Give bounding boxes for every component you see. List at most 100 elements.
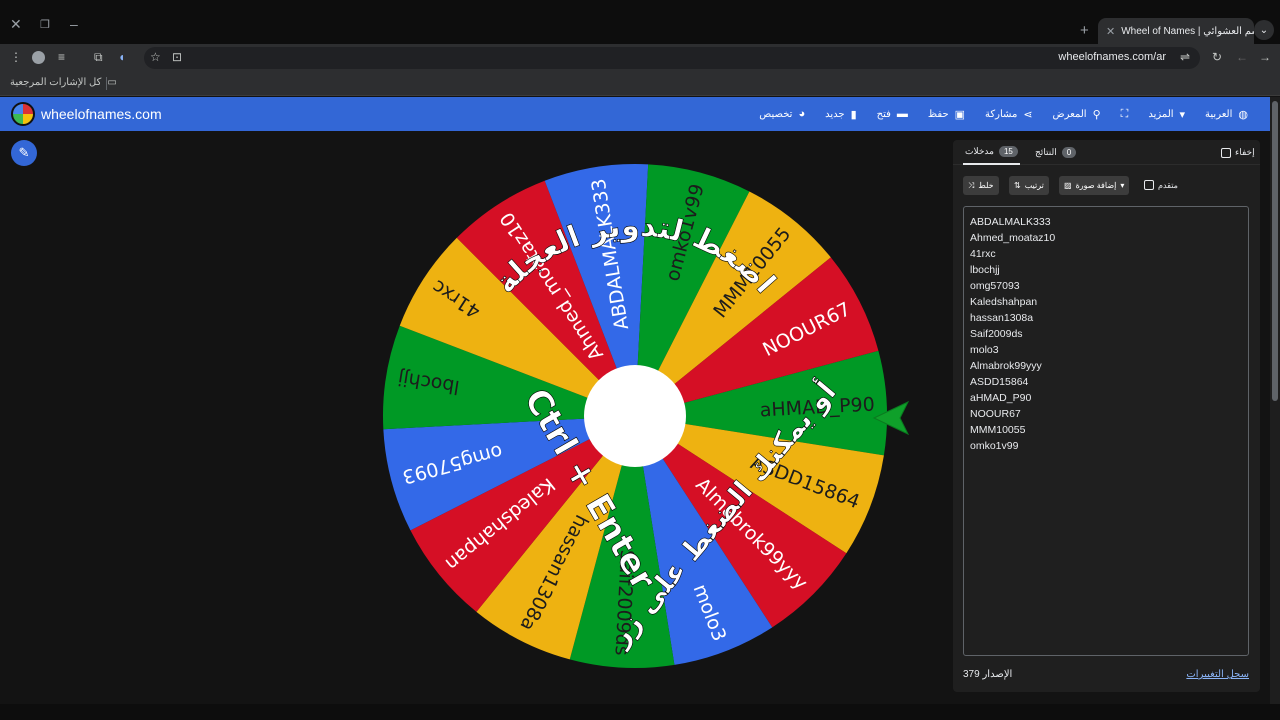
entry-item[interactable]: omko1v99 [970, 438, 1242, 454]
entry-item[interactable]: aHMAD_P90 [970, 390, 1242, 406]
entry-item[interactable]: ASDD15864 [970, 374, 1242, 390]
page-scrollbar[interactable] [1270, 97, 1280, 704]
reload-icon[interactable]: ↻ [1212, 50, 1222, 64]
shuffle-button[interactable]: خلط ⤨ [963, 176, 999, 195]
shuffle-icon: ⤨ [968, 180, 975, 190]
add-image-button[interactable]: ▾ إضافة صورة ▨ [1059, 176, 1130, 195]
entry-item[interactable]: Saif2009ds [970, 326, 1242, 342]
results-count-badge: 0 [1061, 147, 1077, 158]
menu-label: العربية [1205, 108, 1233, 120]
version: 379 الإصدار [963, 669, 1012, 680]
entries-textarea[interactable]: ABDALMALK333 Ahmed_moataz10 41rxc lbochjj om… [963, 206, 1249, 656]
tab-results-label: النتائج [1035, 147, 1057, 157]
tab-search-icon[interactable]: ⌄ [1254, 20, 1274, 40]
folder-icon: ▭ [107, 77, 117, 88]
extensions-icon[interactable]: ⧉ [94, 50, 103, 65]
folder-icon: ▬ [896, 108, 908, 120]
entry-item[interactable]: omg57093 [970, 278, 1242, 294]
site-logo[interactable] [11, 102, 35, 126]
all-bookmarks-label: كل الإشارات المرجعية [10, 77, 102, 88]
changelog-link[interactable]: سجل التغييرات [1186, 669, 1249, 680]
entry-item[interactable]: molo3 [970, 342, 1242, 358]
hide-checkbox[interactable]: إخفاء [1221, 147, 1255, 158]
hide-label: إخفاء [1235, 147, 1255, 157]
entry-actions: خلط ⤨ ترتيب ⇅ ▾ إضافة صورة ▨ متقدم [953, 176, 1260, 196]
restore-window-icon[interactable]: ❐ [40, 18, 50, 31]
menu-open[interactable]: ▬ فتح [877, 108, 908, 120]
forward-icon[interactable]: ← [1236, 50, 1248, 64]
menu-more[interactable]: ▾ المزيد [1148, 108, 1185, 121]
sort-label: ترتيب [1024, 181, 1044, 190]
share-icon: ⋖ [1023, 108, 1033, 121]
save-icon: ▣ [954, 108, 966, 121]
entry-item[interactable]: Almabrok99yyy [970, 358, 1242, 374]
app-header: wheelofnames.com ◍ العربية ▾ المزيد ⛶ ⚲ الم… [0, 97, 1270, 131]
menu-fullscreen[interactable]: ⛶ [1121, 108, 1129, 121]
entry-item[interactable]: Kaledshahpan [970, 294, 1242, 310]
chevron-down-icon: ▾ [1120, 181, 1125, 190]
entry-item[interactable]: lbochjj [970, 262, 1242, 278]
fullscreen-icon: ⛶ [1120, 107, 1129, 120]
media-icon[interactable]: ◖ [118, 50, 125, 64]
site-name[interactable]: wheelofnames.com [41, 106, 162, 122]
new-tab-icon[interactable]: + [1080, 22, 1089, 39]
scrollbar-thumb[interactable] [1272, 101, 1278, 401]
minimize-window-icon[interactable]: – [70, 16, 78, 32]
browser-toolbar: ⋮ ≡ ⧉ ◖ ☆ ⊡ wheelofnames.com/ar ⇌ ↻ ← → [0, 44, 1280, 72]
browser-tab-bar: ✕ ❐ – + ✕ Wheel of Names | سم العشوائي ⌄ [0, 0, 1280, 44]
checkbox-icon[interactable] [1221, 147, 1231, 158]
profile-avatar[interactable] [32, 51, 45, 64]
entry-item[interactable]: MMM10055 [970, 422, 1242, 438]
bottom-bar [0, 704, 1280, 720]
checkbox-icon[interactable] [1144, 180, 1154, 190]
add-image-label: إضافة صورة [1075, 181, 1117, 190]
reading-list-icon[interactable]: ≡ [58, 50, 65, 64]
tab-entries-label: مدخلات [965, 146, 994, 156]
chevron-down-icon: ▾ [1179, 108, 1186, 121]
menu-customize[interactable]: ◕ تخصيص [759, 108, 805, 120]
bookmarks-divider [106, 77, 107, 90]
menu-label: جديد [825, 108, 845, 120]
main-menu: ◍ العربية ▾ المزيد ⛶ ⚲ المعرض ⋖ مشاركة ▣ حفظ … [759, 97, 1248, 131]
wheel-center-hub[interactable] [584, 365, 686, 467]
menu-dots-icon[interactable]: ⋮ [10, 50, 22, 64]
tab-results[interactable]: 0 النتائج [1033, 140, 1078, 165]
entry-item[interactable]: 41rxc [970, 246, 1242, 262]
entry-item[interactable]: Ahmed_moataz10 [970, 230, 1242, 246]
url-text[interactable]: wheelofnames.com/ar [1058, 51, 1166, 63]
entry-item[interactable]: hassan1308a [970, 310, 1242, 326]
translate-icon[interactable]: ⊡ [172, 50, 182, 64]
browser-tab[interactable]: ✕ Wheel of Names | سم العشوائي [1098, 18, 1254, 44]
menu-gallery[interactable]: ⚲ المعرض [1053, 108, 1101, 121]
close-window-icon[interactable]: ✕ [10, 16, 22, 33]
menu-label: المعرض [1052, 108, 1087, 120]
menu-label: المزيد [1148, 108, 1174, 120]
menu-label: فتح [876, 108, 891, 120]
entry-item[interactable]: ABDALMALK333 [970, 214, 1242, 230]
address-bar[interactable]: ☆ ⊡ wheelofnames.com/ar ⇌ [144, 47, 1200, 69]
entry-item[interactable]: NOOUR67 [970, 406, 1242, 422]
menu-new[interactable]: ▮ جديد [825, 108, 857, 121]
bookmark-star-icon[interactable]: ☆ [150, 50, 161, 64]
advanced-checkbox[interactable]: متقدم [1144, 180, 1178, 190]
all-bookmarks[interactable]: كل الإشارات المرجعية ▭ [10, 77, 117, 88]
menu-language[interactable]: ◍ العربية [1205, 108, 1248, 121]
back-icon[interactable]: → [1259, 50, 1271, 64]
advanced-label: متقدم [1158, 180, 1178, 190]
menu-share[interactable]: ⋖ مشاركة [985, 108, 1033, 121]
wheel-container[interactable]: aHMAD_P90 ASDD15864 Almabrok99yyy molo3 Saif… [380, 161, 890, 671]
edit-pencil-icon[interactable]: ✎ [11, 140, 37, 166]
sort-button[interactable]: ترتيب ⇅ [1009, 176, 1049, 195]
version-label: الإصدار [982, 669, 1013, 680]
menu-label: مشاركة [985, 108, 1018, 120]
site-settings-icon[interactable]: ⇌ [1180, 50, 1190, 64]
menu-save[interactable]: ▣ حفظ [928, 108, 965, 121]
menu-label: حفظ [927, 108, 949, 120]
shuffle-label: خلط [978, 181, 994, 190]
close-tab-icon[interactable]: ✕ [1106, 25, 1115, 38]
tab-entries[interactable]: 15 مدخلات [963, 140, 1020, 165]
wheel[interactable]: aHMAD_P90ASDD15864Almabrok99yyymolo3Saif… [380, 161, 890, 671]
version-number: 379 [963, 669, 980, 680]
bookmarks-bar: كل الإشارات المرجعية ▭ [0, 72, 1280, 96]
globe-icon: ◍ [1238, 108, 1248, 121]
